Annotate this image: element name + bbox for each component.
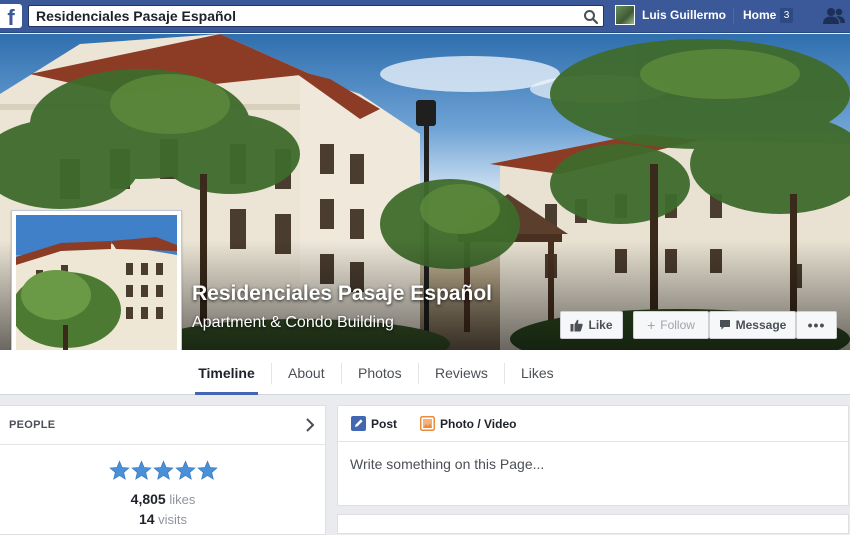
tab-divider [341,363,342,384]
tab-likes[interactable]: Likes [521,350,554,395]
message-button[interactable]: Message [709,311,796,339]
follow-button[interactable]: + Follow [633,311,709,339]
star-icon [131,460,152,480]
page-category[interactable]: Apartment & Condo Building [192,314,394,332]
composer-tab-post-label: Post [371,416,398,431]
search-input[interactable]: Residenciales Pasaje Español [28,5,604,27]
friend-requests-icon[interactable] [822,6,846,26]
likes-count: 4,805 [130,491,166,507]
composer-tab-photo-label: Photo / Video [440,416,517,431]
user-avatar[interactable] [615,5,635,25]
rating-stars[interactable] [109,460,218,481]
photo-icon [420,416,435,431]
chevron-right-icon[interactable] [305,418,315,432]
people-title: PEOPLE [9,419,56,431]
star-icon [175,460,196,480]
page-tabs: Timeline About Photos Reviews Likes [0,350,850,395]
more-options-icon: ••• [807,317,826,333]
next-feed-card [337,514,849,534]
user-name-link[interactable]: Luis Guillermo [642,8,726,22]
star-icon [197,460,218,480]
pencil-icon [351,416,366,431]
likes-count-line[interactable]: 4,805 likes [0,491,326,507]
composer-tab-photo-video[interactable]: Photo / Video [420,416,516,431]
more-options-button[interactable]: ••• [796,311,837,339]
tab-divider [418,363,419,384]
composer-input[interactable]: Write something on this Page... [350,456,544,472]
follow-button-label: Follow [660,318,695,332]
nav-divider [733,8,734,24]
people-card: PEOPLE 4,805 likes 14 visits [0,405,326,535]
like-button[interactable]: Like [560,311,623,339]
composer-tabs: Post Photo / Video [338,406,848,442]
tab-divider [504,363,505,384]
thumbs-up-icon [570,319,584,331]
message-icon [719,320,730,330]
tab-reviews[interactable]: Reviews [435,350,488,395]
tab-divider [271,363,272,384]
tab-photos[interactable]: Photos [358,350,402,395]
home-link[interactable]: Home [743,8,776,22]
tab-timeline[interactable]: Timeline [195,350,258,395]
home-count-badge: 3 [780,8,793,23]
search-icon[interactable] [583,9,599,25]
search-input-value[interactable]: Residenciales Pasaje Español [36,8,236,24]
composer-tab-post[interactable]: Post [351,416,397,431]
star-icon [109,460,130,480]
plus-icon: + [647,317,656,333]
page-title[interactable]: Residenciales Pasaje Español [192,282,492,306]
top-navigation-bar: f Residenciales Pasaje Español Luis Guil… [0,0,850,33]
likes-label: likes [169,492,196,507]
tab-about[interactable]: About [288,350,325,395]
post-composer: Post Photo / Video Write something on th… [337,405,849,506]
like-button-label: Like [588,318,613,332]
facebook-logo-icon[interactable]: f [0,4,22,28]
star-icon [153,460,174,480]
message-button-label: Message [735,318,787,332]
people-card-header[interactable]: PEOPLE [0,406,325,445]
